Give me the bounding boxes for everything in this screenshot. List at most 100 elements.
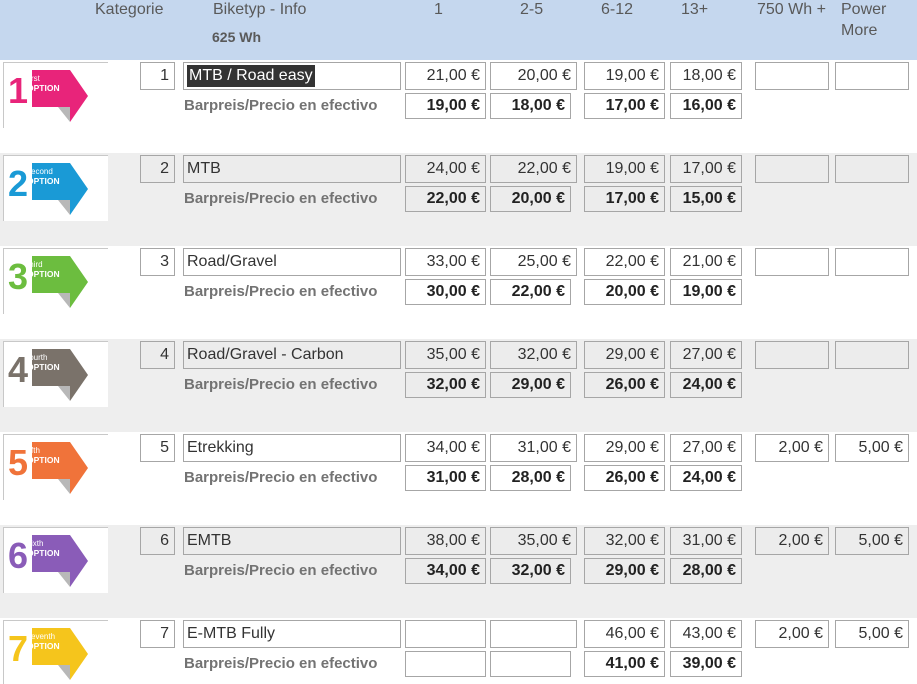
price-field[interactable]: 21,00 € [405,62,486,90]
price-field[interactable]: 32,00 € [490,341,577,369]
biketyp-field[interactable]: Etrekking [183,434,401,462]
price-field[interactable]: 22,00 € [490,155,577,183]
svg-text:2: 2 [8,163,28,204]
price-field[interactable]: 31,00 € [670,527,742,555]
cash-price-field[interactable]: 28,00 € [490,465,571,491]
biketyp-field[interactable]: MTB / Road easy [183,62,401,90]
cash-price-field[interactable]: 22,00 € [405,186,486,212]
header-col-2-5: 2-5 [520,1,544,18]
cash-price-field[interactable]: 17,00 € [584,93,665,119]
price-field[interactable]: 32,00 € [584,527,665,555]
kategorie-field[interactable]: 6 [140,527,175,555]
price-field[interactable]: 24,00 € [405,155,486,183]
kategorie-field[interactable]: 1 [140,62,175,90]
cash-price-field[interactable]: 26,00 € [584,372,665,398]
price-field[interactable]: 38,00 € [405,527,486,555]
cash-price-field[interactable]: 16,00 € [670,93,742,119]
cash-price-field[interactable] [490,651,571,677]
price-field[interactable]: 43,00 € [670,620,742,648]
biketyp-field[interactable]: Road/Gravel - Carbon [183,341,401,369]
price-field[interactable]: 29,00 € [584,434,665,462]
cash-price-field[interactable]: 31,00 € [405,465,486,491]
price-field[interactable]: 35,00 € [490,527,577,555]
biketyp-field[interactable]: E-MTB Fully [183,620,401,648]
biketyp-field[interactable]: MTB [183,155,401,183]
price-field[interactable]: 27,00 € [670,434,742,462]
cash-price-field[interactable]: 19,00 € [670,279,742,305]
header-col-750wh: 750 Wh + [757,1,826,18]
cash-price-field[interactable]: 18,00 € [490,93,571,119]
biketyp-field[interactable]: EMTB [183,527,401,555]
biketyp-field[interactable]: Road/Gravel [183,248,401,276]
cash-price-label: Barpreis/Precio en efectivo [184,655,378,672]
price-field[interactable]: 21,00 € [670,248,742,276]
kategorie-field[interactable]: 4 [140,341,175,369]
power-more-field[interactable]: 5,00 € [835,527,909,555]
cash-price-field[interactable]: 28,00 € [670,558,742,584]
option-ribbon-icon: 1firstOPTION [8,70,88,122]
price-field[interactable] [490,620,577,648]
price-field[interactable]: 17,00 € [670,155,742,183]
cash-price-field[interactable]: 20,00 € [490,186,571,212]
cash-price-label: Barpreis/Precio en efectivo [184,469,378,486]
cash-price-field[interactable]: 15,00 € [670,186,742,212]
power-more-field[interactable] [835,341,909,369]
wh750-field[interactable] [755,155,829,183]
wh750-field[interactable]: 2,00 € [755,620,829,648]
power-more-field[interactable] [835,248,909,276]
price-field[interactable]: 22,00 € [584,248,665,276]
price-field[interactable]: 19,00 € [584,62,665,90]
price-field[interactable]: 35,00 € [405,341,486,369]
cash-price-field[interactable]: 34,00 € [405,558,486,584]
cash-price-field[interactable]: 17,00 € [584,186,665,212]
cash-price-field[interactable]: 30,00 € [405,279,486,305]
kategorie-field[interactable]: 5 [140,434,175,462]
category-row: 3 third OPTION 3 Road/Gravel 33,00 €25,00 €22… [0,246,917,339]
price-field[interactable]: 29,00 € [584,341,665,369]
kategorie-field[interactable]: 3 [140,248,175,276]
header-col-13plus: 13+ [681,1,709,18]
svg-text:6: 6 [8,535,28,576]
price-field[interactable]: 31,00 € [490,434,577,462]
cash-price-field[interactable]: 20,00 € [584,279,665,305]
header-col-1: 1 [434,1,443,18]
cash-price-field[interactable]: 32,00 € [490,558,571,584]
price-field[interactable] [405,620,486,648]
power-more-field[interactable] [835,62,909,90]
cash-price-field[interactable]: 22,00 € [490,279,571,305]
kategorie-field[interactable]: 7 [140,620,175,648]
price-field[interactable]: 20,00 € [490,62,577,90]
cash-price-field[interactable]: 29,00 € [584,558,665,584]
price-table: 1 first OPTION 1 MTB / Road easy 21,00 €20,00… [0,60,917,684]
power-more-field[interactable] [835,155,909,183]
header-625wh: 625 Wh [212,29,262,45]
price-field[interactable]: 46,00 € [584,620,665,648]
wh750-field[interactable] [755,341,829,369]
kategorie-field[interactable]: 2 [140,155,175,183]
cash-price-field[interactable]: 32,00 € [405,372,486,398]
cash-price-field[interactable]: 41,00 € [584,651,665,677]
power-more-field[interactable]: 5,00 € [835,620,909,648]
cash-price-field[interactable]: 24,00 € [670,465,742,491]
cash-price-label: Barpreis/Precio en efectivo [184,562,378,579]
cash-price-field[interactable]: 29,00 € [490,372,571,398]
cash-price-field[interactable]: 24,00 € [670,372,742,398]
cash-price-field[interactable]: 26,00 € [584,465,665,491]
cash-price-label: Barpreis/Precio en efectivo [184,190,378,207]
price-field[interactable]: 18,00 € [670,62,742,90]
price-field[interactable]: 33,00 € [405,248,486,276]
biketyp-selected-text[interactable]: MTB / Road easy [187,65,315,87]
price-field[interactable]: 27,00 € [670,341,742,369]
wh750-field[interactable]: 2,00 € [755,434,829,462]
wh750-field[interactable] [755,248,829,276]
svg-text:5: 5 [8,442,28,483]
price-field[interactable]: 25,00 € [490,248,577,276]
price-field[interactable]: 19,00 € [584,155,665,183]
power-more-field[interactable]: 5,00 € [835,434,909,462]
price-field[interactable]: 34,00 € [405,434,486,462]
cash-price-field[interactable] [405,651,486,677]
cash-price-field[interactable]: 39,00 € [670,651,742,677]
cash-price-field[interactable]: 19,00 € [405,93,486,119]
wh750-field[interactable]: 2,00 € [755,527,829,555]
wh750-field[interactable] [755,62,829,90]
